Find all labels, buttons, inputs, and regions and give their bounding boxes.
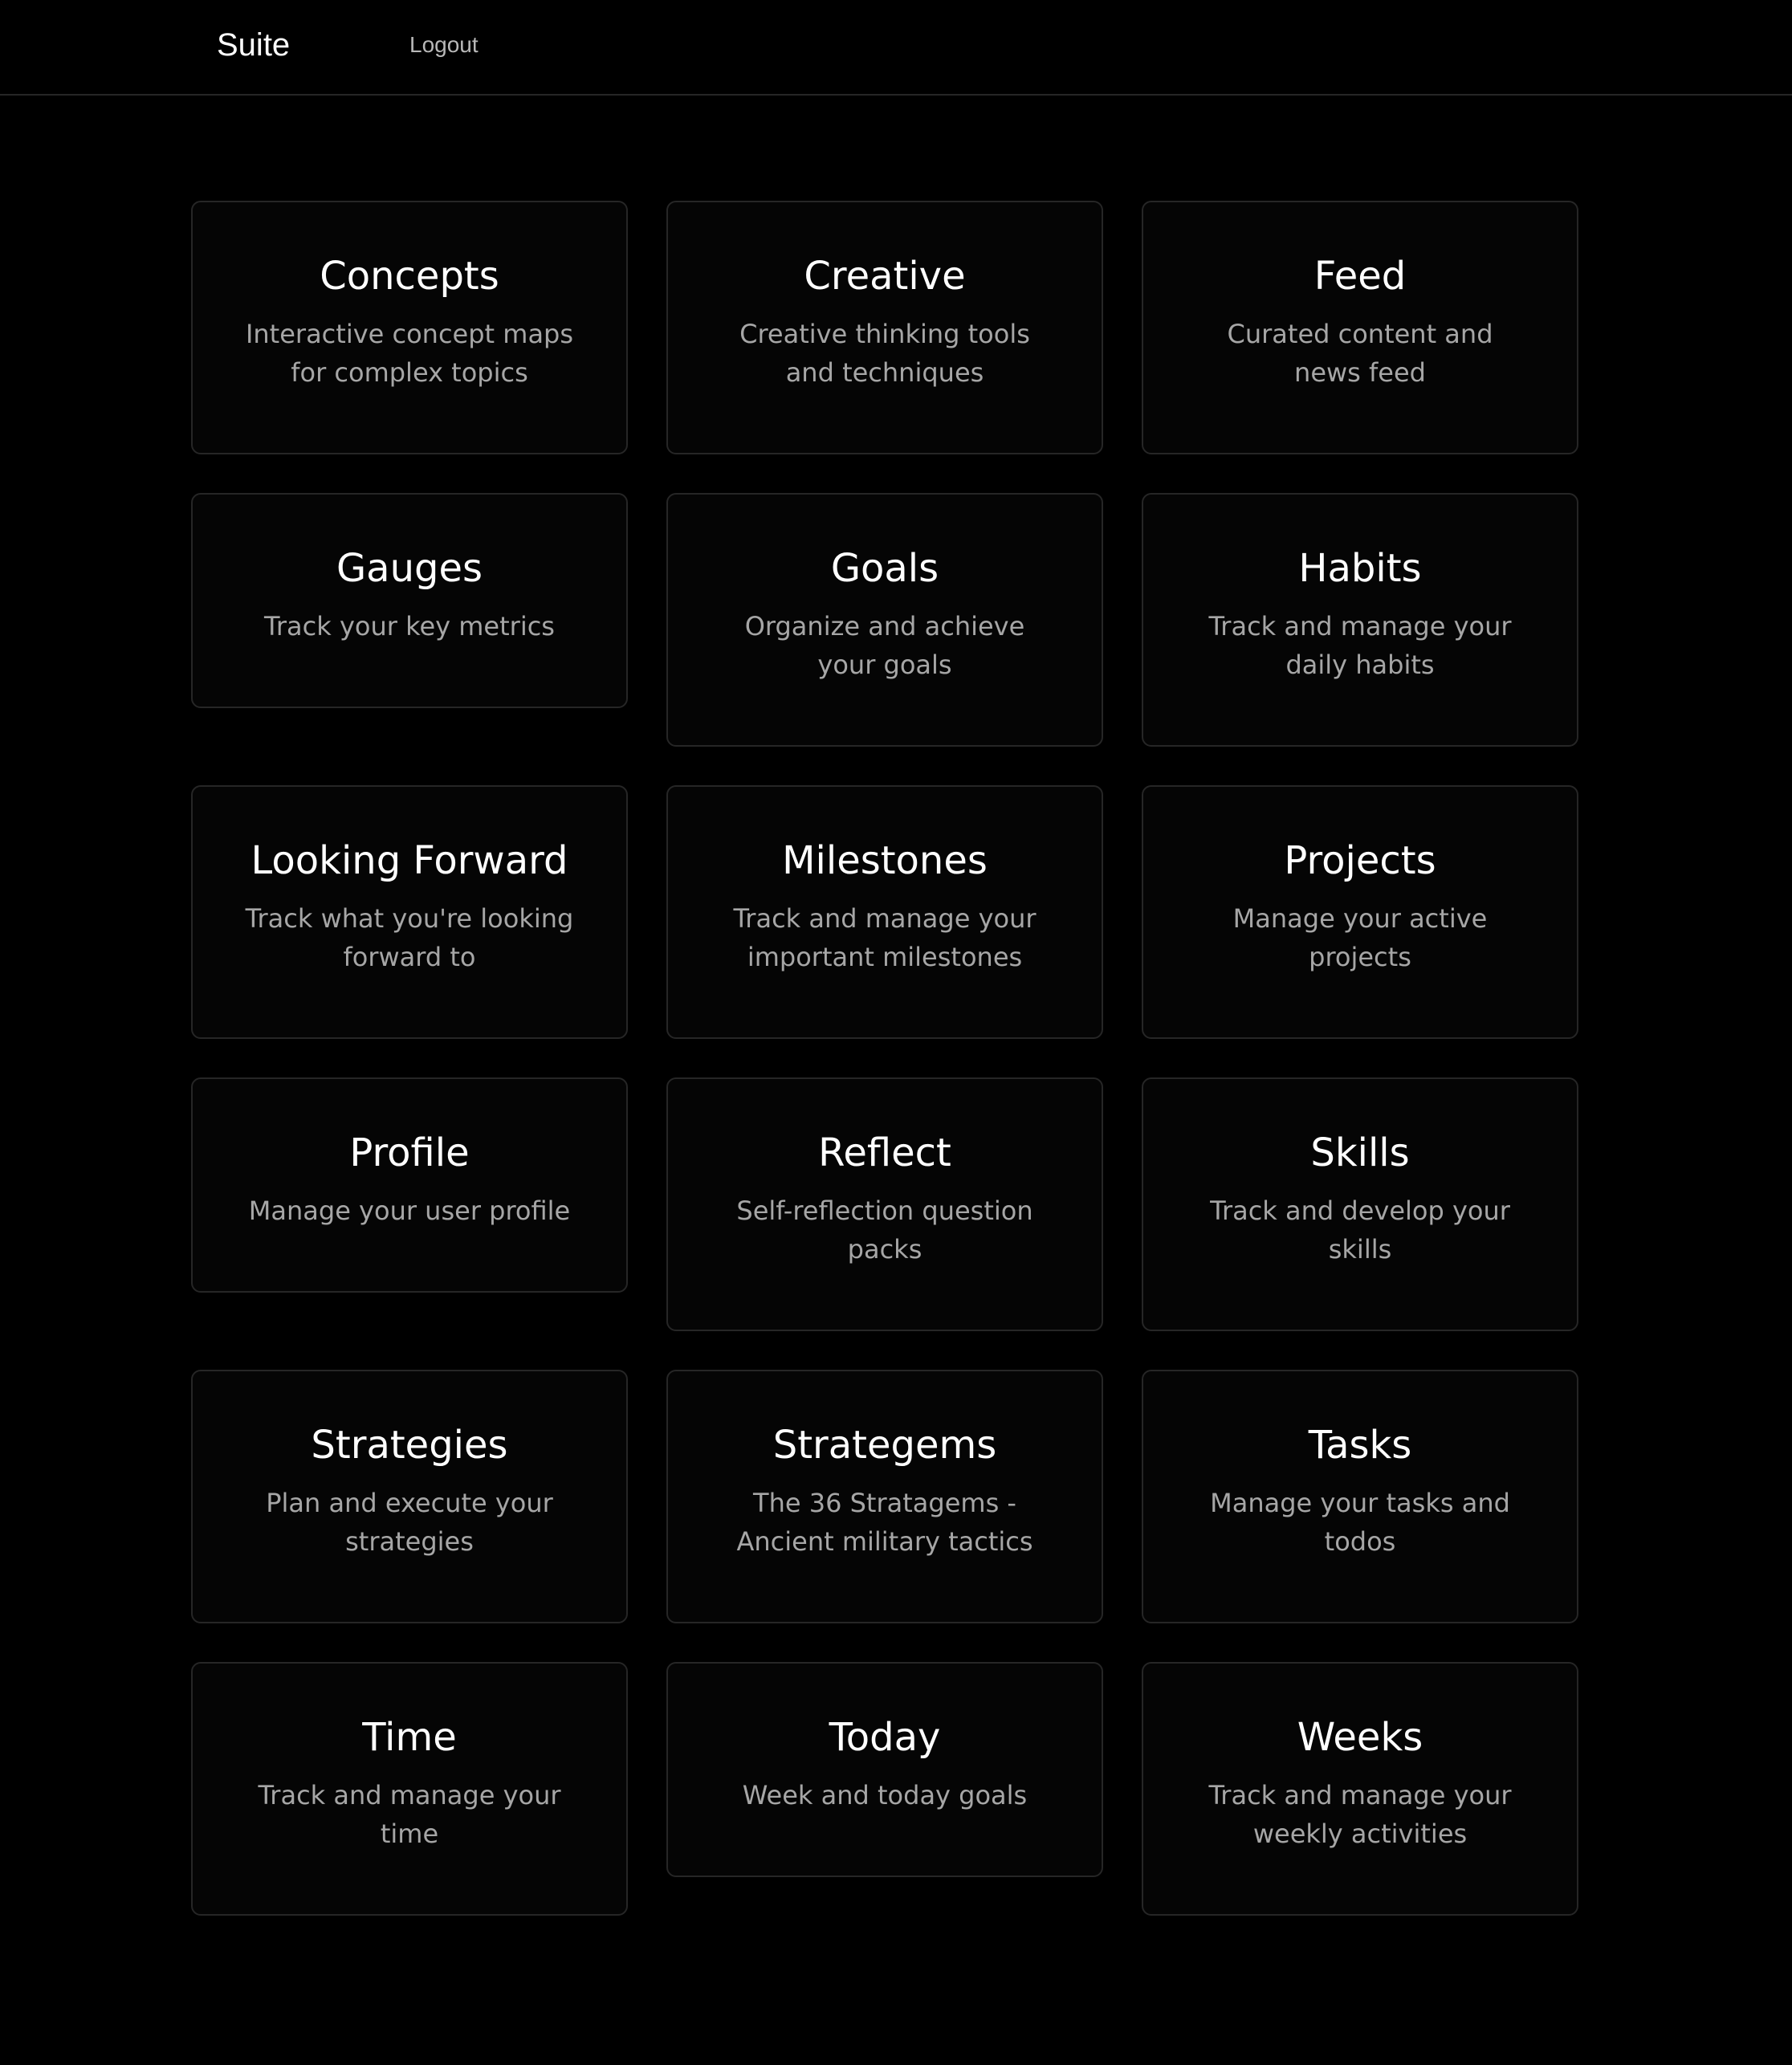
card-title: Milestones	[782, 838, 988, 883]
card-feed[interactable]: Feed Curated content and news feed	[1142, 201, 1578, 454]
card-tasks[interactable]: Tasks Manage your tasks and todos	[1142, 1370, 1578, 1623]
card-title: Habits	[1298, 546, 1422, 591]
card-description: Plan and execute your strategies	[266, 1488, 553, 1557]
card-description: Self-reflection question packs	[736, 1195, 1033, 1265]
card-title: Creative	[804, 254, 966, 299]
card-creative[interactable]: Creative Creative thinking tools and tec…	[666, 201, 1103, 454]
card-title: Feed	[1313, 254, 1407, 299]
card-description: Track and develop your skills	[1210, 1195, 1510, 1265]
card-milestones[interactable]: Milestones Track and manage your importa…	[666, 785, 1103, 1039]
card-goals[interactable]: Goals Organize and achieve your goals	[666, 493, 1103, 747]
card-title: Weeks	[1297, 1715, 1423, 1760]
card-strategies[interactable]: Strategies Plan and execute your strateg…	[191, 1370, 628, 1623]
card-title: Concepts	[320, 254, 499, 299]
card-title: Tasks	[1308, 1423, 1412, 1468]
card-projects[interactable]: Projects Manage your active projects	[1142, 785, 1578, 1039]
card-description: Creative thinking tools and techniques	[739, 319, 1030, 388]
card-today[interactable]: Today Week and today goals	[666, 1662, 1103, 1877]
card-looking-forward[interactable]: Looking Forward Track what you're lookin…	[191, 785, 628, 1039]
card-title: Skills	[1310, 1130, 1410, 1175]
card-time[interactable]: Time Track and manage your time	[191, 1662, 628, 1916]
card-habits[interactable]: Habits Track and manage your daily habit…	[1142, 493, 1578, 747]
card-title: Projects	[1284, 838, 1436, 883]
card-skills[interactable]: Skills Track and develop your skills	[1142, 1077, 1578, 1331]
card-weeks[interactable]: Weeks Track and manage your weekly activ…	[1142, 1662, 1578, 1916]
logout-link[interactable]: Logout	[409, 29, 479, 61]
card-description: Curated content and news feed	[1227, 319, 1493, 388]
card-title: Gauges	[336, 546, 483, 591]
brand-logo[interactable]: Suite	[217, 22, 290, 67]
card-description: Manage your tasks and todos	[1210, 1488, 1510, 1557]
card-description: Track and manage your important mileston…	[733, 903, 1037, 972]
card-title: Looking Forward	[250, 838, 568, 883]
card-title: Profile	[349, 1130, 470, 1175]
card-description: Track your key metrics	[264, 611, 555, 641]
card-strategems[interactable]: Strategems The 36 Stratagems - Ancient m…	[666, 1370, 1103, 1623]
card-description: Week and today goals	[742, 1780, 1028, 1810]
card-description: Manage your active projects	[1232, 903, 1488, 972]
card-description: Organize and achieve your goals	[744, 611, 1025, 680]
card-title: Today	[829, 1715, 941, 1760]
card-profile[interactable]: Profile Manage your user profile	[191, 1077, 628, 1293]
card-reflect[interactable]: Reflect Self-reflection question packs	[666, 1077, 1103, 1331]
top-navigation-bar: Suite Logout	[0, 0, 1792, 96]
card-description: Track and manage your daily habits	[1208, 611, 1512, 680]
card-concepts[interactable]: Concepts Interactive concept maps for co…	[191, 201, 628, 454]
card-description: Track and manage your weekly activities	[1208, 1780, 1512, 1849]
card-title: Reflect	[818, 1130, 951, 1175]
card-description: Manage your user profile	[248, 1195, 571, 1226]
card-title: Goals	[830, 546, 939, 591]
card-description: The 36 Stratagems - Ancient military tac…	[736, 1488, 1033, 1557]
card-description: Track and manage your time	[258, 1780, 561, 1849]
card-gauges[interactable]: Gauges Track your key metrics	[191, 493, 628, 708]
card-title: Strategems	[772, 1423, 997, 1468]
card-description: Interactive concept maps for complex top…	[245, 319, 574, 388]
card-description: Track what you're looking forward to	[245, 903, 574, 972]
card-title: Strategies	[311, 1423, 508, 1468]
card-title: Time	[362, 1715, 457, 1760]
